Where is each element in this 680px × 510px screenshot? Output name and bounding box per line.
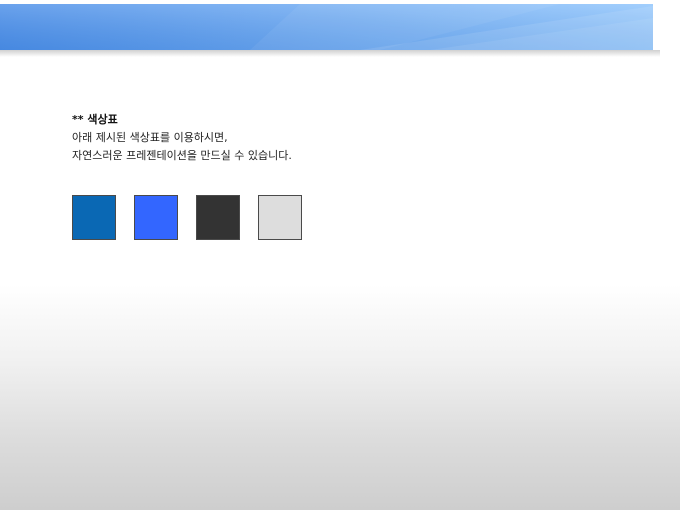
color-swatch-bright-blue: [134, 195, 178, 240]
palette-heading: ** 색상표: [72, 113, 118, 126]
color-palette: [72, 195, 302, 240]
banner-shadow: [0, 50, 660, 57]
color-swatch-dark-blue: [72, 195, 116, 240]
slide-text: ** 색상표 아래 제시된 색상표를 이용하시면, 자연스러운 프레젠테이션을 …: [72, 111, 292, 165]
title-banner: [0, 4, 653, 50]
description-line-1: 아래 제시된 색상표를 이용하시면,: [72, 131, 228, 144]
color-swatch-charcoal: [196, 195, 240, 240]
description-line-2: 자연스러운 프레젠테이션을 만드실 수 있습니다.: [72, 149, 292, 162]
banner-graphic: [0, 4, 653, 50]
color-swatch-light-gray: [258, 195, 302, 240]
